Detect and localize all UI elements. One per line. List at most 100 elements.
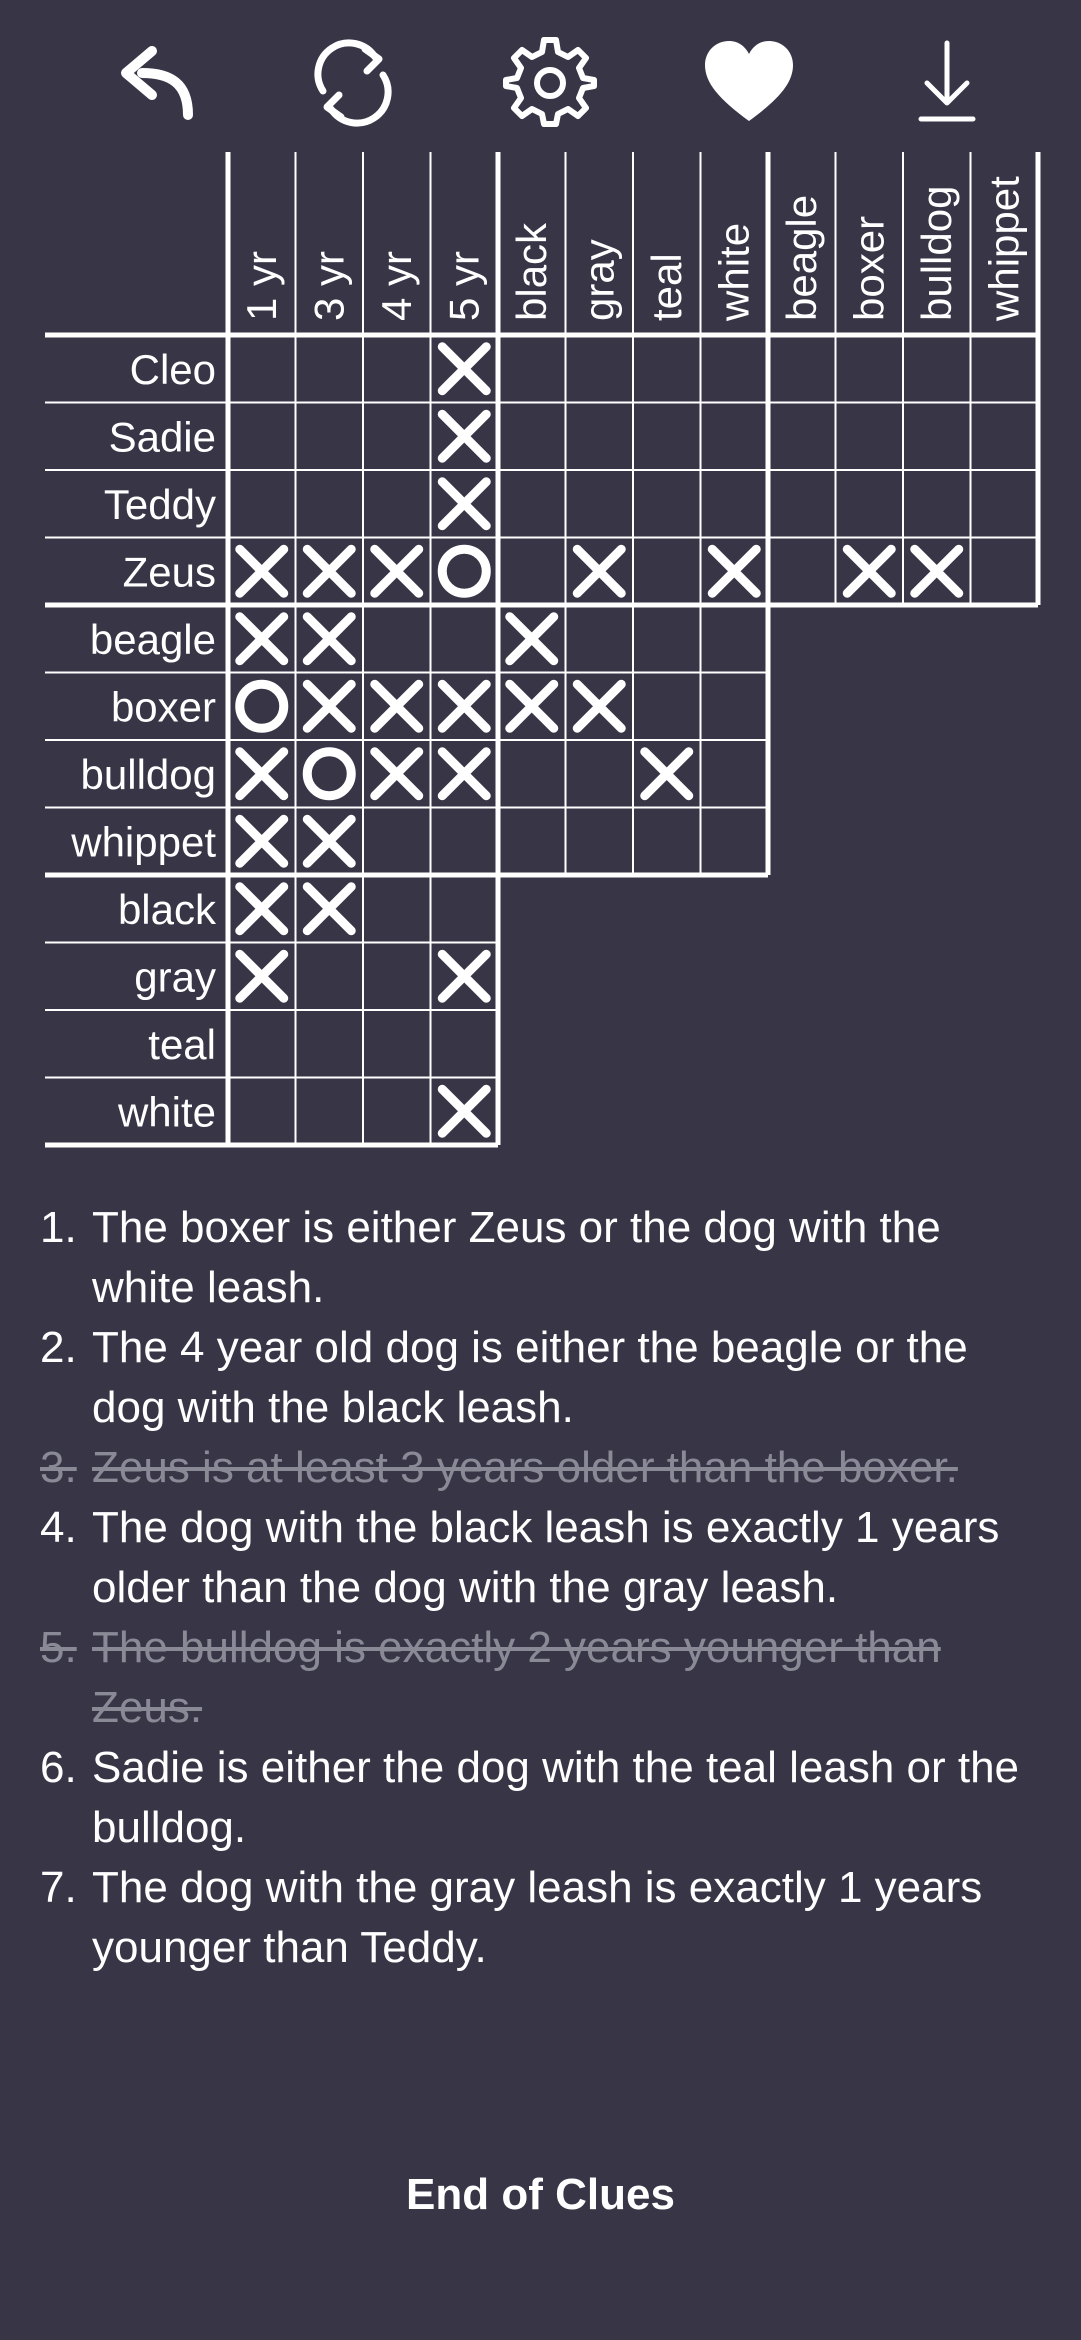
grid-cell[interactable]	[566, 335, 634, 403]
clue-item[interactable]: 7. The dog with the gray leash is exactly…	[40, 1858, 1050, 1978]
clue-item[interactable]: 5. The bulldog is exactly 2 years younger…	[40, 1618, 1050, 1738]
grid-cell[interactable]	[363, 470, 431, 538]
row-header-Zeus: Zeus	[123, 548, 216, 595]
clue-number: 2.	[40, 1323, 77, 1372]
grid-cell[interactable]	[903, 335, 971, 403]
grid-cell[interactable]	[228, 335, 296, 403]
grid-cell[interactable]	[228, 1078, 296, 1146]
clue-number: 5.	[40, 1623, 77, 1672]
grid-cell[interactable]	[296, 1010, 364, 1078]
grid-cell[interactable]	[296, 335, 364, 403]
grid-cell[interactable]	[296, 403, 364, 471]
grid-cell[interactable]	[633, 808, 701, 876]
grid-cell[interactable]	[566, 740, 634, 808]
grid-cell[interactable]	[836, 403, 904, 471]
grid-cell[interactable]	[701, 403, 769, 471]
row-header-beagle: beagle	[90, 616, 216, 663]
grid-cell[interactable]	[701, 470, 769, 538]
grid-cell[interactable]	[431, 605, 499, 673]
clue-text: Zeus is at least 3 years older than the …	[92, 1443, 958, 1492]
clue-text: The 4 year old dog is either the beagle …	[92, 1323, 968, 1432]
grid-cell[interactable]	[768, 470, 836, 538]
clue-text: The dog with the black leash is exactly …	[92, 1503, 1000, 1612]
row-header-boxer: boxer	[111, 683, 216, 730]
grid-cell[interactable]	[363, 1078, 431, 1146]
grid-cell[interactable]	[701, 808, 769, 876]
clue-text: The bulldog is exactly 2 years younger t…	[92, 1623, 941, 1732]
grid-cell[interactable]	[633, 673, 701, 741]
logic-grid: 1 yr 3 yr 4 yr 5 yr black gray teal white beagle…	[45, 152, 1041, 1148]
grid-cell[interactable]	[363, 1010, 431, 1078]
grid-cell[interactable]	[296, 1078, 364, 1146]
grid-cell[interactable]	[971, 403, 1039, 471]
clue-number: 6.	[40, 1743, 77, 1792]
clue-text: Sadie is either the dog with the teal le…	[92, 1743, 1020, 1852]
column-header-gray: gray	[575, 239, 622, 321]
grid-cell[interactable]	[498, 538, 566, 606]
grid-cell[interactable]	[701, 605, 769, 673]
grid-cell[interactable]	[363, 335, 431, 403]
column-header-bulldog: bulldog	[913, 186, 960, 321]
grid-cell[interactable]	[633, 470, 701, 538]
grid-cell[interactable]	[498, 403, 566, 471]
clue-item[interactable]: 4. The dog with the black leash is exactl…	[40, 1498, 1050, 1618]
row-header-white: white	[117, 1088, 216, 1135]
grid-cell[interactable]	[971, 335, 1039, 403]
grid-cell[interactable]	[363, 875, 431, 943]
grid-cell[interactable]	[498, 740, 566, 808]
grid-cell[interactable]	[431, 808, 499, 876]
clue-number: 1.	[40, 1203, 77, 1252]
row-header-Sadie: Sadie	[109, 413, 216, 460]
grid-cell[interactable]	[768, 538, 836, 606]
column-header-4-yr: 4 yr	[373, 251, 420, 321]
grid-cell[interactable]	[498, 335, 566, 403]
grid-cell[interactable]	[836, 470, 904, 538]
grid-cell[interactable]	[633, 538, 701, 606]
grid-cell[interactable]	[566, 605, 634, 673]
column-header-whippet: whippet	[980, 176, 1027, 322]
grid-cell[interactable]	[363, 605, 431, 673]
column-header-boxer: boxer	[845, 216, 892, 321]
row-header-whippet: whippet	[70, 818, 216, 865]
grid-cell[interactable]	[768, 403, 836, 471]
grid-cell[interactable]	[903, 470, 971, 538]
grid-cell[interactable]	[701, 673, 769, 741]
grid-cell[interactable]	[633, 403, 701, 471]
column-header-white: white	[710, 223, 757, 322]
grid-cell[interactable]	[363, 808, 431, 876]
column-header-beagle: beagle	[778, 195, 825, 321]
grid-cell[interactable]	[296, 943, 364, 1011]
row-header-teal: teal	[148, 1021, 216, 1068]
grid-cell[interactable]	[701, 335, 769, 403]
grid-cell[interactable]	[768, 335, 836, 403]
column-header-5-yr: 5 yr	[440, 251, 487, 321]
grid-cell[interactable]	[971, 470, 1039, 538]
grid-cell[interactable]	[566, 403, 634, 471]
grid-cell[interactable]	[903, 403, 971, 471]
column-header-1-yr: 1 yr	[238, 251, 285, 321]
grid-cell[interactable]	[431, 875, 499, 943]
clue-item[interactable]: 3. Zeus is at least 3 years older than th…	[40, 1438, 1050, 1498]
column-header-black: black	[508, 222, 555, 321]
grid-cell[interactable]	[431, 1010, 499, 1078]
column-header-teal: teal	[643, 253, 690, 321]
clue-item[interactable]: 6. Sadie is either the dog with the teal …	[40, 1738, 1050, 1858]
grid-cell[interactable]	[296, 470, 364, 538]
clue-number: 4.	[40, 1503, 77, 1552]
grid-cell[interactable]	[633, 335, 701, 403]
grid-cell[interactable]	[363, 943, 431, 1011]
grid-cell[interactable]	[633, 605, 701, 673]
clue-item[interactable]: 2. The 4 year old dog is either the beagl…	[40, 1318, 1050, 1438]
clue-item[interactable]: 1. The boxer is either Zeus or the dog wi…	[40, 1198, 1050, 1318]
grid-cell[interactable]	[566, 808, 634, 876]
grid-cell[interactable]	[228, 470, 296, 538]
grid-cell[interactable]	[228, 1010, 296, 1078]
grid-cell[interactable]	[498, 470, 566, 538]
grid-cell[interactable]	[498, 808, 566, 876]
grid-cell[interactable]	[363, 403, 431, 471]
grid-cell[interactable]	[701, 740, 769, 808]
grid-cell[interactable]	[228, 403, 296, 471]
grid-cell[interactable]	[566, 470, 634, 538]
grid-cell[interactable]	[836, 335, 904, 403]
grid-cell[interactable]	[971, 538, 1039, 606]
